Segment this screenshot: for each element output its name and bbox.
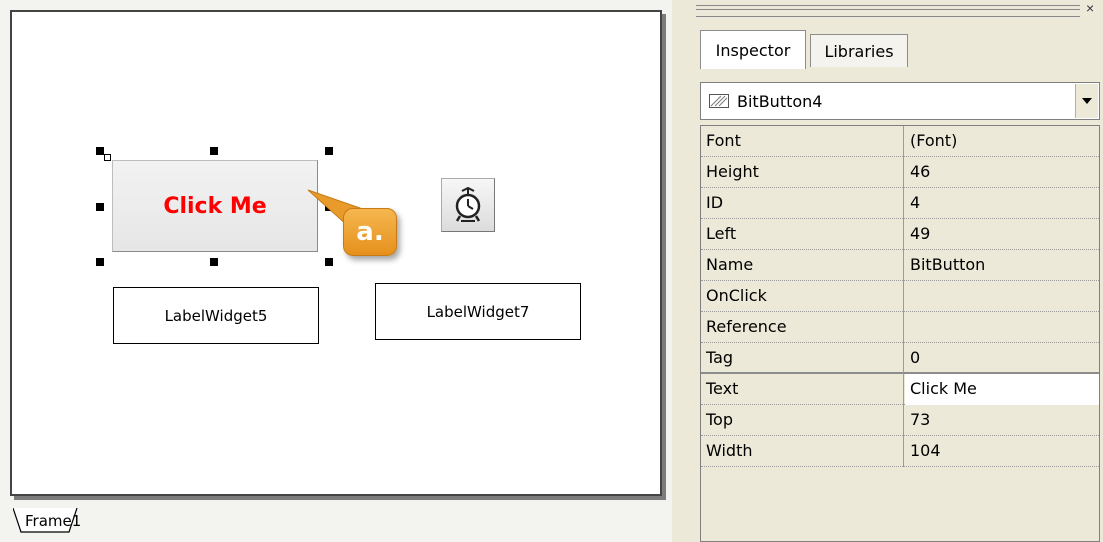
property-name: Text <box>701 374 904 405</box>
property-row-id[interactable]: ID 4 <box>701 188 1099 219</box>
property-name: Tag <box>701 343 904 374</box>
property-name: Font <box>701 126 904 157</box>
property-row-name[interactable]: Name BitButton <box>701 250 1099 281</box>
tab-libraries[interactable]: Libraries <box>810 34 908 67</box>
property-value[interactable]: BitButton <box>905 250 1099 281</box>
property-row-height[interactable]: Height 46 <box>701 157 1099 188</box>
property-name: Width <box>701 436 904 467</box>
selected-component: BitButton4 <box>737 91 823 111</box>
frame-tab-label: Frame1 <box>25 512 82 530</box>
property-row-width[interactable]: Width 104 <box>701 436 1099 467</box>
selection-handle-anchor[interactable] <box>104 154 111 161</box>
alarm-bitbutton[interactable] <box>441 178 495 232</box>
alarm-clock-icon <box>455 187 481 222</box>
property-value[interactable]: 104 <box>905 436 1099 467</box>
property-grid: Font (Font) Height 46 ID 4 Left 49 Name … <box>700 125 1100 542</box>
chevron-down-icon <box>1082 98 1092 104</box>
property-name: Height <box>701 157 904 188</box>
property-name: Left <box>701 219 904 250</box>
dropdown-button[interactable] <box>1075 84 1098 118</box>
click-me-button[interactable]: Click Me <box>112 160 318 252</box>
callout-a: a. <box>343 208 397 256</box>
bitbutton-component-icon <box>709 94 729 108</box>
tab-frame1[interactable]: Frame1 <box>13 508 83 538</box>
selection-handle-bottom-left[interactable] <box>96 258 104 266</box>
property-name: Top <box>701 405 904 436</box>
form-designer: Click Me LabelWidget5 LabelWidget7 Frame… <box>0 0 672 542</box>
property-row-top[interactable]: Top 73 <box>701 405 1099 436</box>
selection-handle-top-right[interactable] <box>325 147 333 155</box>
property-name: OnClick <box>701 281 904 312</box>
property-value-editor[interactable]: Click Me <box>905 374 1099 405</box>
property-value[interactable]: 49 <box>905 219 1099 250</box>
property-value[interactable] <box>905 281 1099 312</box>
selection-handle-top-left[interactable] <box>96 147 104 155</box>
selection-handle-bottom-right[interactable] <box>325 258 333 266</box>
selection-handle-top-center[interactable] <box>210 147 218 155</box>
inspector-panel: × Inspector Libraries BitButton4 Font (F… <box>672 0 1103 542</box>
property-row-tag[interactable]: Tag 0 <box>701 343 1099 374</box>
panel-drag-grip[interactable] <box>696 5 1080 17</box>
property-value[interactable]: (Font) <box>905 126 1099 157</box>
property-row-font[interactable]: Font (Font) <box>701 126 1099 157</box>
property-row-reference[interactable]: Reference <box>701 312 1099 343</box>
tab-inspector[interactable]: Inspector <box>700 30 806 69</box>
property-name: Name <box>701 250 904 281</box>
label-widget-7[interactable]: LabelWidget7 <box>375 283 581 340</box>
selection-handle-bottom-center[interactable] <box>210 258 218 266</box>
selection-handle-middle-left[interactable] <box>96 203 104 211</box>
design-frame[interactable] <box>10 10 662 496</box>
property-value[interactable]: 46 <box>905 157 1099 188</box>
property-name: Reference <box>701 312 904 343</box>
property-row-left[interactable]: Left 49 <box>701 219 1099 250</box>
property-value[interactable]: 4 <box>905 188 1099 219</box>
property-name: ID <box>701 188 904 219</box>
property-row-onclick[interactable]: OnClick <box>701 281 1099 312</box>
label-widget-5[interactable]: LabelWidget5 <box>113 287 319 344</box>
property-row-text[interactable]: Text Click Me <box>701 374 1099 405</box>
property-value[interactable] <box>905 312 1099 343</box>
close-icon[interactable]: × <box>1086 0 1094 16</box>
property-value[interactable]: 0 <box>905 343 1099 374</box>
property-value[interactable]: 73 <box>905 405 1099 436</box>
component-selector[interactable]: BitButton4 <box>700 82 1100 120</box>
